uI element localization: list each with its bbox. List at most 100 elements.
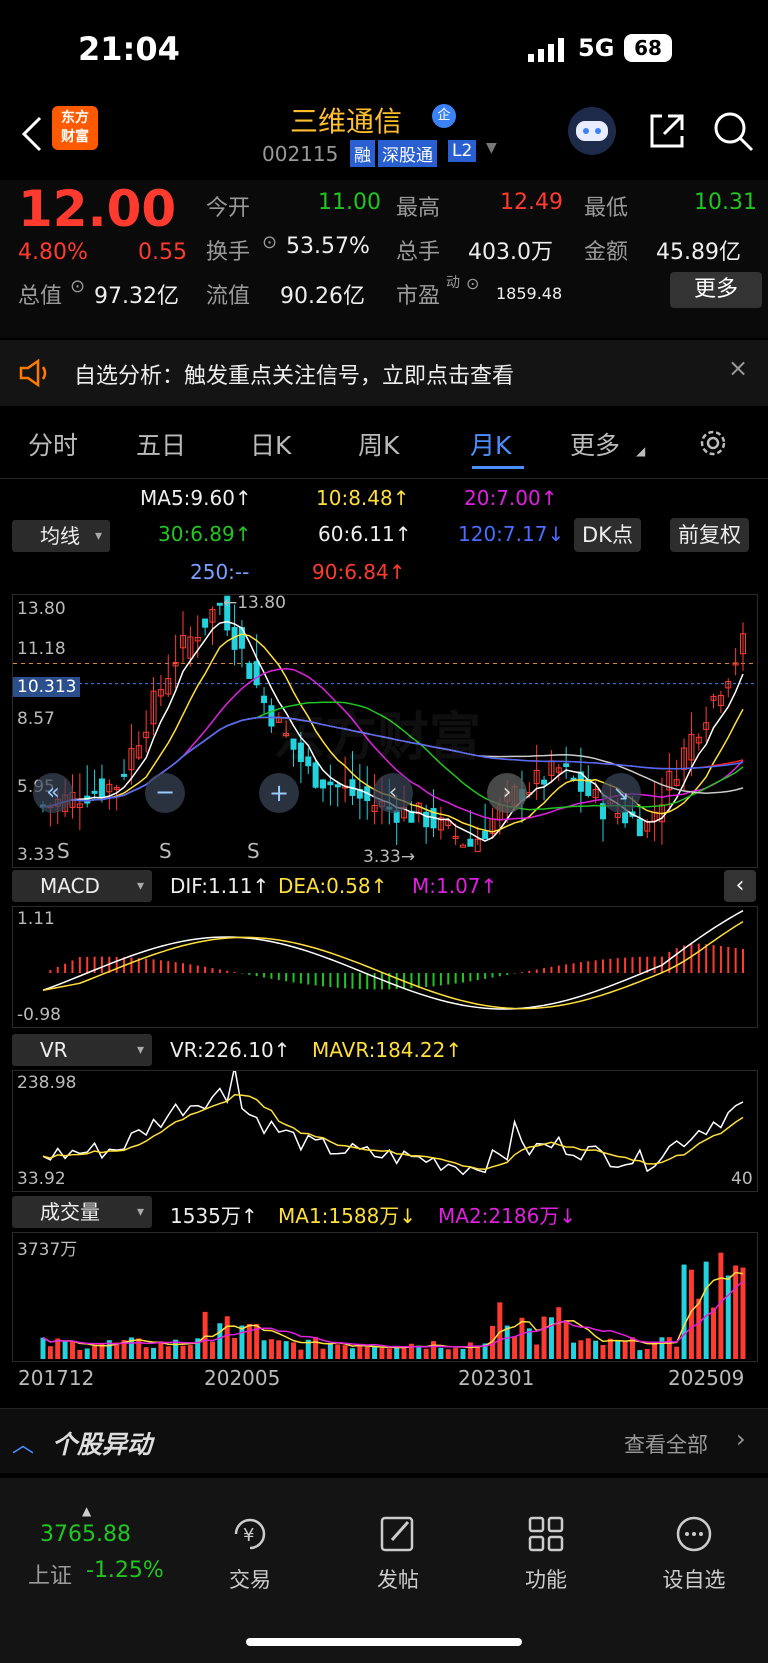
tag-level2: L2 [448,140,477,162]
volume-bar [394,1347,400,1359]
view-all-link[interactable]: 查看全部 [624,1429,708,1459]
index-change[interactable]: -1.25% [86,1558,164,1583]
dif-line [42,910,744,1010]
volume-bar [460,1348,466,1359]
low-marker: 3.33→ [363,847,416,867]
scroll-end-icon[interactable]: ↘ [601,773,641,813]
macd-chart-svg [42,910,744,1010]
share-icon[interactable] [646,110,688,156]
settings-gear-icon[interactable] [696,426,730,464]
index-name[interactable]: 上证 [28,1558,72,1590]
ma-selector[interactable]: 均线 [12,520,110,552]
low-label: 最低 [584,196,629,221]
close-icon[interactable]: × [728,354,748,382]
last-price: 12.00 [18,180,177,238]
vr-line [42,1067,744,1176]
candle-body [91,790,98,794]
float-label: 流值 [206,284,251,309]
mktcap-info-icon[interactable]: ⊙ [70,276,85,297]
period-tabs: 分时 五日 日K 周K 月K 更多 ◢ [0,410,768,479]
volume-label: 总手 [396,240,441,265]
tab-more[interactable]: 更多 [570,426,620,462]
vr-right-label: 40 [731,1169,753,1189]
tab-intraday[interactable]: 分时 [28,426,78,462]
expand-icon[interactable]: ︿ [12,1427,34,1459]
candle-chart[interactable]: 东方财富 13.80 11.18 10.313 8.57 5.95 3.33 ←… [12,593,758,868]
volume-bar [187,1345,193,1359]
zoom-in-icon[interactable]: + [259,773,299,813]
amount-value: 45.89亿 [656,240,741,265]
volume-bar [77,1350,83,1359]
vr-selector[interactable]: VR [12,1034,152,1066]
volume-bar [696,1298,702,1359]
volume-bar [453,1348,459,1359]
more-dots-icon [676,1516,712,1552]
candle-body [467,838,474,847]
volume-bar [47,1346,53,1359]
tab-monthly[interactable]: 月K [470,426,511,462]
grid-icon [528,1516,564,1552]
volume-ma1-line [42,1271,744,1349]
prev-icon[interactable]: ‹ [373,773,413,813]
mktcap-label: 总值 [18,284,63,309]
dk-point-button[interactable]: DK点 [574,518,641,552]
volume-bar [563,1320,569,1359]
pe-label: 市盈 [396,284,441,309]
nav-post[interactable]: 发帖 [338,1512,458,1594]
ma120-label: 120:7.17↓ [458,522,565,546]
nav-watchlist[interactable]: 设自选 [634,1512,754,1594]
status-time: 21:04 [78,30,180,68]
candle-body [121,773,128,777]
pe-value: 1859.48 [496,284,563,303]
volume-bar [725,1275,731,1359]
notice-bar[interactable]: 自选分析：触发重点关注信号，立即点击查看 × [0,340,768,406]
volume-bar [401,1346,407,1359]
volume-bar [84,1348,90,1359]
speaker-icon [18,358,52,392]
nav-functions[interactable]: 功能 [486,1512,606,1594]
volume-bar [475,1345,481,1359]
info-icon[interactable]: ⊙ [262,232,277,253]
adjust-button[interactable]: 前复权 [670,518,749,552]
pe-info-icon[interactable]: ⊙ [466,274,479,293]
tab-weekly[interactable]: 周K [358,426,399,462]
stock-movement-section[interactable]: ︿ 个股异动 查看全部 › [0,1408,768,1473]
y-label-2: 11.18 [17,639,66,659]
volume-bar [364,1346,370,1359]
collapse-panel-icon[interactable]: ‹ [724,870,756,902]
tab-five-day[interactable]: 五日 [136,426,186,462]
next-icon[interactable]: › [487,773,527,813]
macd-m: M:1.07↑ [412,874,498,898]
zoom-out-icon[interactable]: − [145,773,185,813]
volume-ma2-line [42,1280,744,1348]
volume-bar [556,1307,562,1359]
macd-chart[interactable]: 1.11 -0.98 [12,906,758,1028]
search-icon[interactable] [712,110,756,158]
dea-line [42,920,744,1010]
volume-bar [467,1342,473,1359]
candle-body [327,781,334,786]
vr-chart[interactable]: 238.98 33.92 40 [12,1067,758,1192]
volume-bar [666,1337,672,1359]
app-logo[interactable]: 东方 财富 [52,106,98,150]
robot-assistant-icon[interactable] [564,106,620,160]
volume-bar [276,1340,282,1359]
volume-y-top: 3737万 [17,1240,78,1260]
nav-trade[interactable]: ¥ 交易 [190,1512,310,1594]
vr-chart-svg [42,1067,744,1176]
vr-value: VR:226.10↑ [170,1038,291,1062]
index-value[interactable]: 3765.88 [40,1522,131,1547]
tab-daily[interactable]: 日K [250,426,291,462]
scroll-left-icon[interactable]: « [33,773,73,813]
volume-selector[interactable]: 成交量 [12,1196,152,1228]
more-button[interactable]: 更多 [670,272,762,308]
sell-signal-2: S [159,839,172,863]
volume-chart[interactable]: 3737万 [12,1232,758,1362]
change-percent: 4.80% [18,240,88,265]
volume-bar [733,1265,739,1359]
tag-dropdown-icon[interactable]: ▼ [486,140,497,156]
ma30-label: 30:6.89↑ [158,522,252,546]
macd-selector[interactable]: MACD [12,870,152,902]
back-icon[interactable] [18,114,48,154]
macd-y-top: 1.11 [17,909,55,929]
